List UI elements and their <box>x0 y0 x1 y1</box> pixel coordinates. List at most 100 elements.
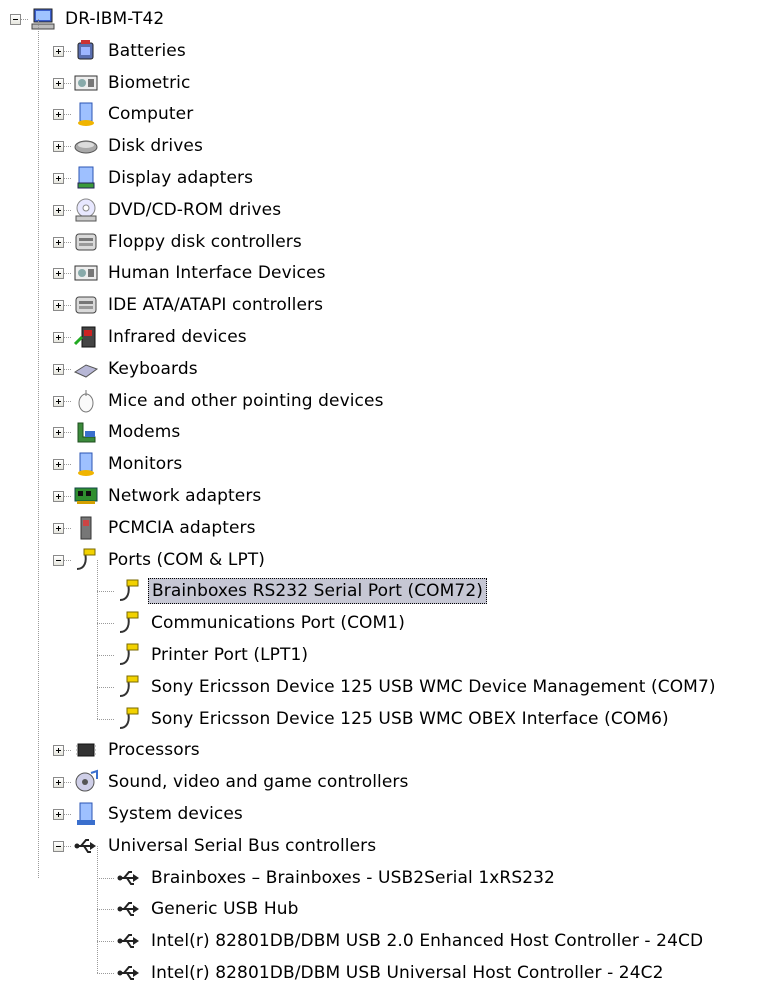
tree-node-mice-and-other-pointing-devices[interactable]: Mice and other pointing devices <box>73 385 387 417</box>
tree-node-label[interactable]: Ports (COM & LPT) <box>105 548 268 572</box>
tree-node-pcmcia-adapters[interactable]: PCMCIA adapters <box>73 512 259 544</box>
tree-node-label[interactable]: Intel(r) 82801DB/DBM USB Universal Host … <box>148 961 667 985</box>
tree-node-communications-port-com1[interactable]: Communications Port (COM1) <box>116 607 408 639</box>
tree-node-label[interactable]: System devices <box>105 802 246 826</box>
tree-node-network-adapters[interactable]: Network adapters <box>73 480 264 512</box>
tree-node-infrared-devices[interactable]: Infrared devices <box>73 321 250 353</box>
tree-node-label[interactable]: Human Interface Devices <box>105 261 329 285</box>
expand-toggle[interactable] <box>53 141 64 153</box>
tree-node-keyboards[interactable]: Keyboards <box>73 353 201 385</box>
tree-node-monitors[interactable]: Monitors <box>73 448 185 480</box>
tree-connector <box>64 114 71 116</box>
tree-node-generic-usb-hub[interactable]: Generic USB Hub <box>116 893 301 925</box>
tree-node-label[interactable]: Printer Port (LPT1) <box>148 643 311 667</box>
expand-toggle[interactable] <box>53 363 64 375</box>
expand-toggle[interactable] <box>53 268 64 280</box>
tree-node-label[interactable]: Sony Ericsson Device 125 USB WMC Device … <box>148 675 719 699</box>
expand-toggle[interactable] <box>53 522 64 534</box>
expand-toggle[interactable] <box>53 173 64 184</box>
tree-node-label[interactable]: Modems <box>105 420 183 444</box>
expand-toggle[interactable] <box>53 236 64 248</box>
tree-node-label[interactable]: Sound, video and game controllers <box>105 770 411 794</box>
tree-node-label[interactable]: Generic USB Hub <box>148 897 301 921</box>
tree-node-label[interactable]: Monitors <box>105 452 185 476</box>
expand-toggle[interactable] <box>53 395 64 407</box>
disk-drive-icon <box>73 133 99 159</box>
tree-node-system-devices[interactable]: System devices <box>73 798 246 830</box>
tree-node-label[interactable]: PCMCIA adapters <box>105 516 259 540</box>
expand-toggle[interactable] <box>53 109 64 121</box>
tree-node-display-adapters[interactable]: Display adapters <box>73 162 256 194</box>
tree-node-universal-serial-bus-controllers[interactable]: Universal Serial Bus controllers <box>73 830 379 862</box>
expand-toggle[interactable] <box>53 300 64 312</box>
biometric-icon <box>73 70 99 96</box>
tree-node-label[interactable]: Universal Serial Bus controllers <box>105 834 379 858</box>
infrared-icon <box>73 324 99 350</box>
tree-node-label[interactable]: Biometric <box>105 71 193 95</box>
controller-icon <box>73 229 99 255</box>
tree-node-sound-video-and-game-controllers[interactable]: Sound, video and game controllers <box>73 766 411 798</box>
tree-node-sony-ericsson-device-125-usb-wmc-obex-interface-com6[interactable]: Sony Ericsson Device 125 USB WMC OBEX In… <box>116 703 672 735</box>
tree-node-label[interactable]: Batteries <box>105 39 189 63</box>
expand-toggle[interactable] <box>53 204 64 216</box>
tree-node-sony-ericsson-device-125-usb-wmc-device-management-com7[interactable]: Sony Ericsson Device 125 USB WMC Device … <box>116 671 719 703</box>
port-icon <box>116 610 142 636</box>
tree-node-printer-port-lpt1[interactable]: Printer Port (LPT1) <box>116 639 311 671</box>
expand-toggle[interactable] <box>53 809 64 820</box>
tree-node-label[interactable]: DVD/CD-ROM drives <box>105 198 284 222</box>
expand-toggle[interactable] <box>53 777 64 789</box>
expand-toggle[interactable] <box>53 491 64 502</box>
expand-toggle[interactable] <box>53 745 64 757</box>
processor-icon <box>73 737 99 763</box>
tree-connector <box>97 973 114 974</box>
tree-node-label[interactable]: Brainboxes – Brainboxes - USB2Serial 1xR… <box>148 866 558 890</box>
tree-node-biometric[interactable]: Biometric <box>73 67 193 99</box>
tree-node-label[interactable]: Communications Port (COM1) <box>148 611 408 635</box>
tree-connector <box>97 591 114 593</box>
tree-node-label[interactable]: Mice and other pointing devices <box>105 389 387 413</box>
tree-node-label[interactable]: Display adapters <box>105 166 256 190</box>
expand-toggle[interactable] <box>53 459 64 471</box>
tree-node-label[interactable]: Network adapters <box>105 484 264 508</box>
tree-node-dvd-cd-rom-drives[interactable]: DVD/CD-ROM drives <box>73 194 284 226</box>
tree-node-computer[interactable]: Computer <box>73 98 196 130</box>
tree-connector <box>64 845 71 847</box>
tree-node-label[interactable]: Keyboards <box>105 357 201 381</box>
collapse-toggle[interactable] <box>10 14 21 25</box>
tree-node-processors[interactable]: Processors <box>73 734 203 766</box>
tree-node-disk-drives[interactable]: Disk drives <box>73 130 206 162</box>
tree-node-intel-r-82801db-dbm-usb-2-0-enhanced-host-controller-24cd[interactable]: Intel(r) 82801DB/DBM USB 2.0 Enhanced Ho… <box>116 925 706 957</box>
collapse-toggle[interactable] <box>53 840 64 852</box>
tree-node-label[interactable]: Infrared devices <box>105 325 250 349</box>
expand-toggle[interactable] <box>53 427 64 439</box>
tree-node-ide-ata-atapi-controllers[interactable]: IDE ATA/ATAPI controllers <box>73 289 326 321</box>
tree-connector <box>64 305 71 307</box>
network-adapter-icon <box>73 483 99 509</box>
tree-node-label[interactable]: DR-IBM-T42 <box>62 7 167 31</box>
tree-node-human-interface-devices[interactable]: Human Interface Devices <box>73 257 329 289</box>
tree-node-label[interactable]: Intel(r) 82801DB/DBM USB 2.0 Enhanced Ho… <box>148 929 706 953</box>
modem-icon <box>73 419 99 445</box>
tree-node-label[interactable]: Disk drives <box>105 134 206 158</box>
controller-icon <box>73 292 99 318</box>
tree-node-dr-ibm-t42[interactable]: DR-IBM-T42 <box>30 3 167 35</box>
tree-node-label[interactable]: Brainboxes RS232 Serial Port (COM72) <box>148 578 487 605</box>
expand-toggle[interactable] <box>53 332 64 343</box>
tree-node-batteries[interactable]: Batteries <box>73 35 189 67</box>
tree-node-label[interactable]: Sony Ericsson Device 125 USB WMC OBEX In… <box>148 707 672 731</box>
collapse-toggle[interactable] <box>53 554 64 566</box>
expand-toggle[interactable] <box>53 45 64 57</box>
tree-node-floppy-disk-controllers[interactable]: Floppy disk controllers <box>73 226 305 258</box>
tree-node-ports-com-lpt[interactable]: Ports (COM & LPT) <box>73 544 268 576</box>
tree-node-modems[interactable]: Modems <box>73 416 183 448</box>
tree-node-label[interactable]: Floppy disk controllers <box>105 230 305 254</box>
tree-node-label[interactable]: IDE ATA/ATAPI controllers <box>105 293 326 317</box>
tree-node-brainboxes-brainboxes-usb2serial-1xrs232[interactable]: Brainboxes – Brainboxes - USB2Serial 1xR… <box>116 862 558 894</box>
tree-connector <box>97 941 114 943</box>
tree-node-brainboxes-rs232-serial-port-com72[interactable]: Brainboxes RS232 Serial Port (COM72) <box>116 575 487 607</box>
port-icon <box>116 578 142 604</box>
tree-node-label[interactable]: Processors <box>105 738 203 762</box>
expand-toggle[interactable] <box>53 77 64 89</box>
tree-node-label[interactable]: Computer <box>105 102 196 126</box>
tree-node-intel-r-82801db-dbm-usb-universal-host-controller-24c2[interactable]: Intel(r) 82801DB/DBM USB Universal Host … <box>116 957 667 989</box>
